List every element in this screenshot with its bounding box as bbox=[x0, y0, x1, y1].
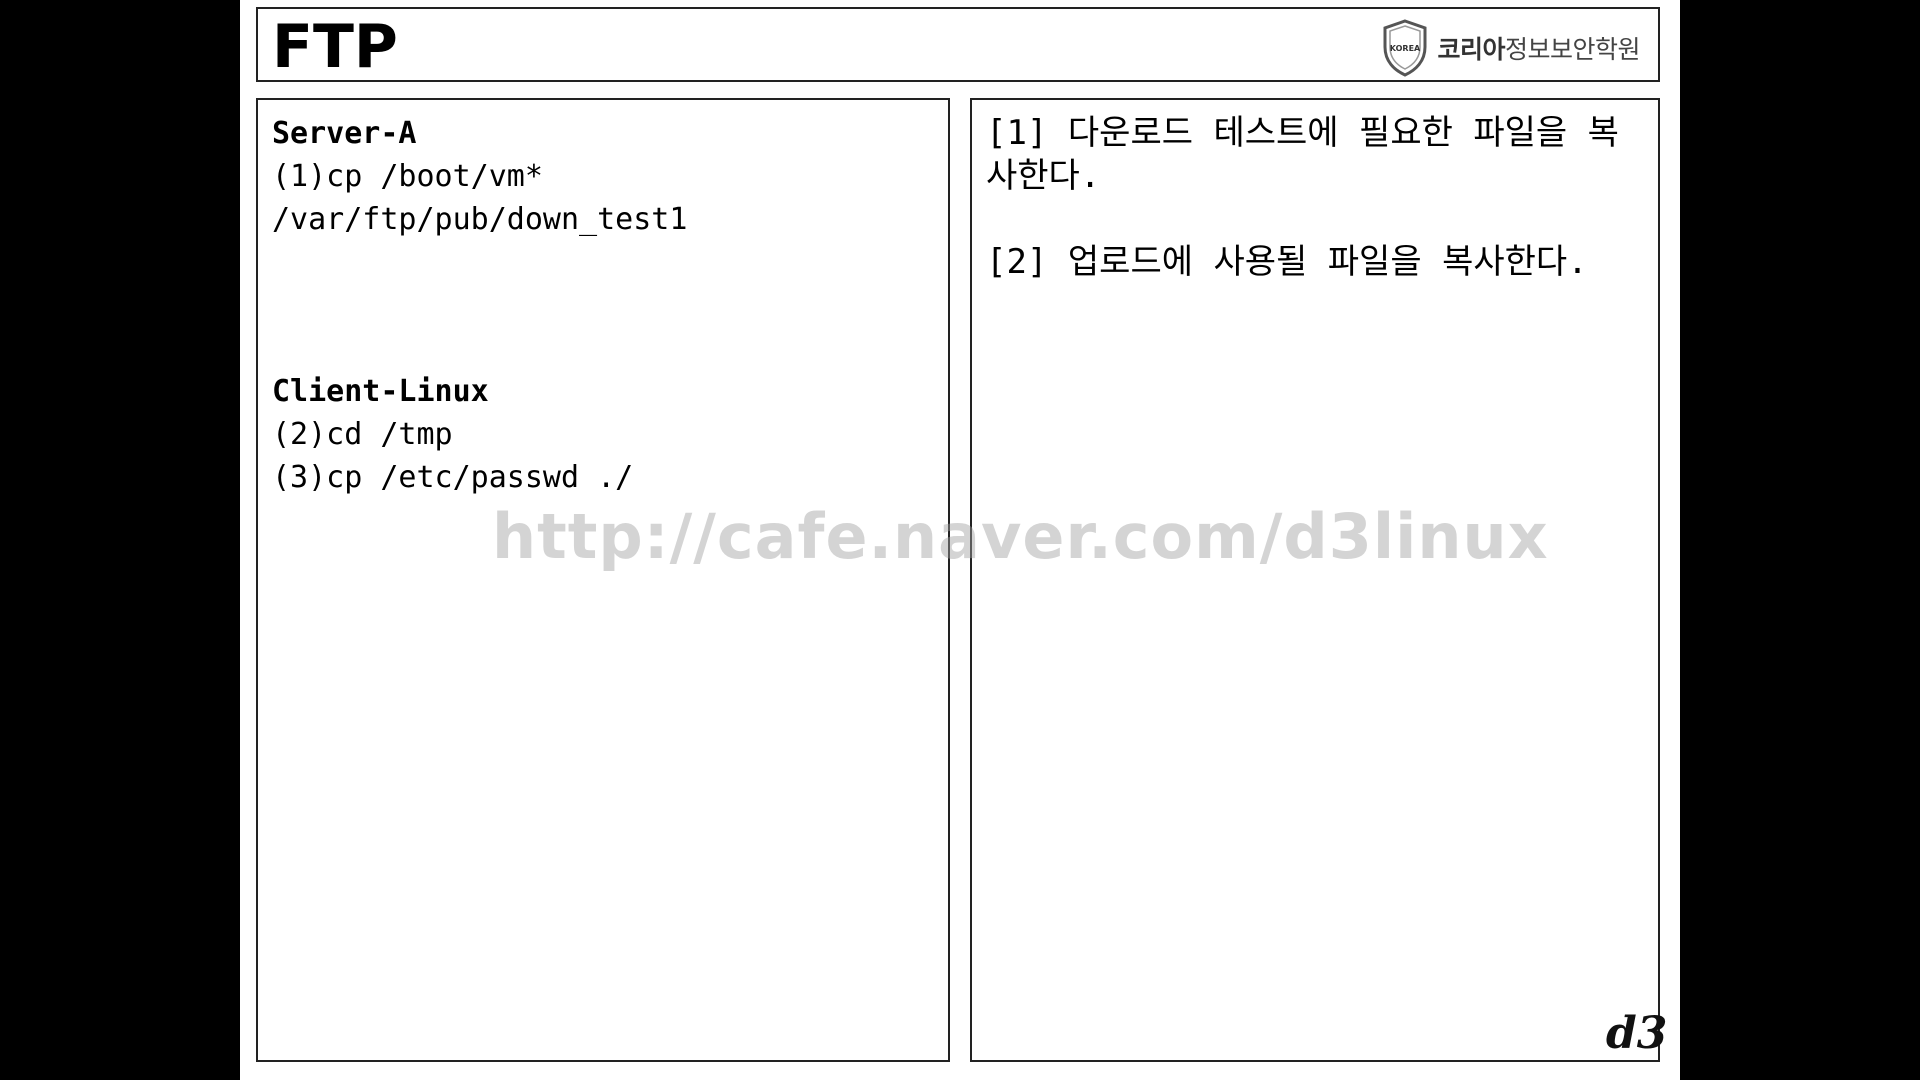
note-item: [1] 다운로드 테스트에 필요한 파일을 복사한다. bbox=[986, 113, 1619, 196]
shield-icon: KOREA bbox=[1383, 19, 1427, 77]
academy-logo: KOREA 코리아정보보안학원 bbox=[1381, 19, 1641, 77]
client-command-line: (3)cp /etc/passwd ./ bbox=[272, 460, 634, 495]
server-command-line: (1)cp /boot/vm* bbox=[272, 159, 543, 194]
page-title: FTP bbox=[272, 12, 398, 82]
client-heading: Client-Linux bbox=[272, 374, 489, 409]
logo-name-rest: 정보보안학원 bbox=[1504, 35, 1641, 64]
commands-text: Server-A (1)cp /boot/vm* /var/ftp/pub/down… bbox=[272, 112, 932, 499]
title-bar: FTP KOREA 코리아정보보안학원 bbox=[256, 7, 1660, 82]
server-heading: Server-A bbox=[272, 116, 417, 151]
client-command-line: (2)cd /tmp bbox=[272, 417, 453, 452]
notes-panel: [1] 다운로드 테스트에 필요한 파일을 복사한다. [2] 업로드에 사용될… bbox=[970, 98, 1660, 1062]
logo-text: 코리아정보보안학원 bbox=[1437, 30, 1640, 66]
server-command-line: /var/ftp/pub/down_test1 bbox=[272, 202, 688, 237]
logo-name-bold: 코리아 bbox=[1437, 35, 1505, 64]
d3-logo-mark: d3 bbox=[1606, 1008, 1668, 1059]
logo-badge-text: KOREA bbox=[1390, 44, 1421, 53]
watermark-url: http://cafe.naver.com/d3linux bbox=[492, 500, 1549, 573]
notes-text: [1] 다운로드 테스트에 필요한 파일을 복사한다. [2] 업로드에 사용될… bbox=[986, 112, 1646, 327]
note-item: [2] 업로드에 사용될 파일을 복사한다. bbox=[986, 242, 1588, 282]
commands-panel: Server-A (1)cp /boot/vm* /var/ftp/pub/down… bbox=[256, 98, 950, 1062]
